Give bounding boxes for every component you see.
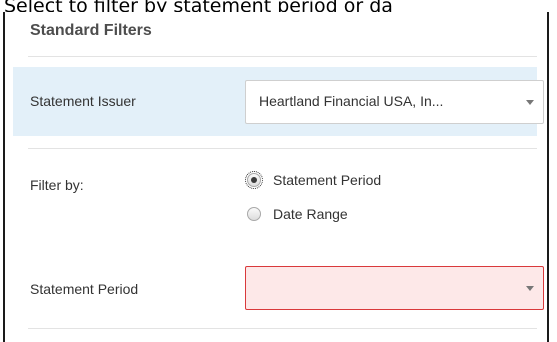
panel-title: Standard Filters	[30, 22, 152, 39]
divider	[28, 328, 537, 329]
radio-label-date-range[interactable]: Date Range	[273, 205, 348, 223]
statement-period-select[interactable]	[245, 266, 544, 310]
chevron-down-icon	[526, 286, 534, 291]
divider	[28, 148, 537, 149]
statement-issuer-value: Heartland Financial USA, In...	[259, 93, 444, 109]
filter-by-label: Filter by:	[30, 177, 84, 193]
divider	[28, 56, 537, 57]
radio-label-statement-period[interactable]: Statement Period	[273, 171, 381, 189]
statement-issuer-label: Statement Issuer	[30, 93, 136, 109]
radio-button-checked-icon[interactable]	[245, 171, 263, 189]
dropdown-toggle[interactable]	[517, 267, 543, 309]
statement-issuer-row: Statement Issuer Heartland Financial USA…	[13, 67, 544, 136]
statement-period-label: Statement Period	[30, 281, 139, 297]
standard-filters-panel: Standard Filters Statement Issuer Heartl…	[3, 12, 549, 342]
statement-issuer-select[interactable]: Heartland Financial USA, In...	[245, 80, 544, 124]
radio-button-icon[interactable]	[247, 207, 261, 221]
chevron-down-icon	[526, 100, 534, 105]
dropdown-toggle[interactable]	[517, 81, 543, 123]
